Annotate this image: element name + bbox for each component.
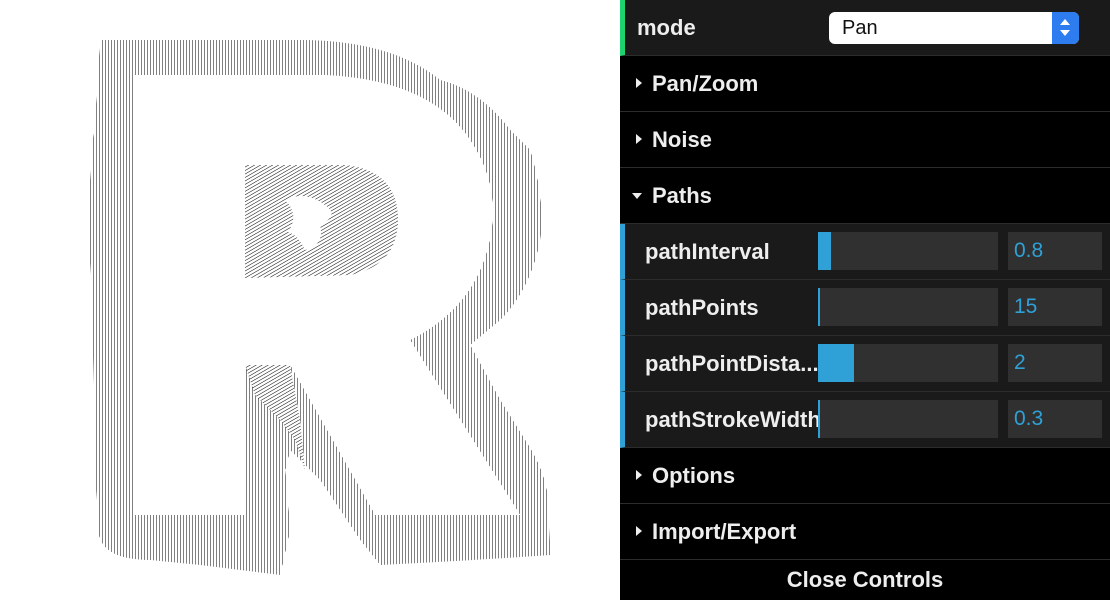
control-path-points: pathPoints 15 bbox=[620, 280, 1110, 336]
folder-options[interactable]: Options bbox=[620, 448, 1110, 504]
control-label: pathInterval bbox=[645, 239, 770, 264]
slider-track[interactable] bbox=[818, 400, 998, 438]
controls-panel: mode Pan Pan/Zoom Noise Paths pathInterv… bbox=[620, 0, 1110, 600]
folder-label: Paths bbox=[652, 183, 712, 208]
slider-track[interactable] bbox=[818, 288, 998, 326]
triangle-down-icon bbox=[632, 193, 642, 199]
slider-track[interactable] bbox=[818, 232, 998, 270]
triangle-right-icon bbox=[636, 134, 642, 144]
folder-label: Options bbox=[652, 463, 736, 488]
slider-fill bbox=[818, 288, 820, 326]
mode-select[interactable]: Pan bbox=[829, 12, 1079, 44]
letter-r-artwork bbox=[89, 40, 550, 575]
slider-fill bbox=[818, 232, 831, 270]
close-controls-button[interactable]: Close Controls bbox=[620, 560, 1110, 600]
mode-label: mode bbox=[637, 15, 696, 40]
control-label: pathPointDista... bbox=[645, 351, 819, 376]
triangle-right-icon bbox=[636, 470, 642, 480]
control-path-stroke-width: pathStrokeWidth 0.3 bbox=[620, 392, 1110, 448]
folder-label: Noise bbox=[652, 127, 712, 152]
control-path-point-distance: pathPointDista... 2 bbox=[620, 336, 1110, 392]
slider-fill bbox=[818, 344, 854, 382]
folder-label: Import/Export bbox=[652, 519, 797, 544]
number-input[interactable]: 0.8 bbox=[1008, 232, 1102, 270]
mode-row: mode Pan bbox=[620, 0, 1110, 56]
drawing-canvas[interactable] bbox=[0, 0, 620, 600]
number-input[interactable]: 2 bbox=[1008, 344, 1102, 382]
folder-paths[interactable]: Paths bbox=[620, 168, 1110, 224]
folder-noise[interactable]: Noise bbox=[620, 112, 1110, 168]
folder-label: Pan/Zoom bbox=[652, 71, 759, 96]
control-path-interval: pathInterval 0.8 bbox=[620, 224, 1110, 280]
folder-import-export[interactable]: Import/Export bbox=[620, 504, 1110, 560]
folder-pan-zoom[interactable]: Pan/Zoom bbox=[620, 56, 1110, 112]
number-input[interactable]: 15 bbox=[1008, 288, 1102, 326]
triangle-right-icon bbox=[636, 526, 642, 536]
mode-select-value: Pan bbox=[842, 17, 878, 39]
slider-fill bbox=[818, 400, 820, 438]
select-arrows-icon bbox=[1052, 12, 1079, 44]
control-label: pathStrokeWidth bbox=[645, 407, 821, 432]
slider-track[interactable] bbox=[818, 344, 998, 382]
triangle-right-icon bbox=[636, 78, 642, 88]
control-label: pathPoints bbox=[645, 295, 759, 320]
number-input[interactable]: 0.3 bbox=[1008, 400, 1102, 438]
